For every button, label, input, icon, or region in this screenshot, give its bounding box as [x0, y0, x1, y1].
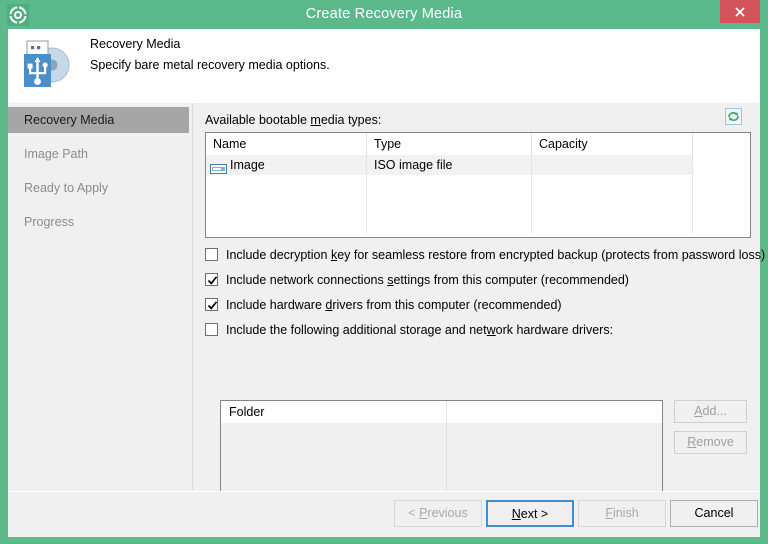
previous-button[interactable]: < Previous	[394, 500, 482, 527]
available-media-label-post: edia types:	[320, 113, 382, 127]
column-header-capacity[interactable]: Capacity	[532, 133, 693, 155]
previous-button-pre: <	[408, 506, 420, 520]
wizard-steps-sidebar: Recovery Media Image Path Ready to Apply…	[8, 103, 193, 491]
column-header-type[interactable]: Type	[367, 133, 532, 155]
column-header-folder-extra[interactable]	[447, 401, 662, 423]
usb-disc-icon	[14, 35, 76, 89]
label-pre: Include decryption	[226, 248, 331, 262]
next-button-label: ext >	[520, 507, 549, 521]
column-header-folder[interactable]: Folder	[221, 401, 447, 423]
sidebar-item-label: Image Path	[24, 147, 88, 161]
table-row[interactable]: Image ISO image file	[206, 155, 750, 175]
title-bar: Create Recovery Media	[0, 0, 768, 29]
remove-button-label: emove	[696, 435, 734, 449]
table-row[interactable]	[206, 195, 750, 215]
cell-type	[367, 175, 532, 195]
cell-extra	[693, 175, 750, 195]
label-pre: Include hardware	[226, 298, 326, 312]
refresh-icon[interactable]	[725, 108, 742, 125]
label-post: ey for seamless restore from encrypted b…	[337, 248, 766, 262]
sidebar-item-progress[interactable]: Progress	[8, 209, 189, 235]
window-title: Create Recovery Media	[305, 6, 463, 22]
cell-capacity	[532, 175, 693, 195]
label-post: rivers from this computer (recommended)	[332, 298, 562, 312]
dialog-header: Recovery Media Specify bare metal recove…	[8, 29, 760, 103]
header-subtitle: Specify bare metal recovery media option…	[90, 58, 330, 72]
folder-column-separator	[446, 423, 447, 499]
sidebar-item-label: Ready to Apply	[24, 181, 109, 195]
cell-capacity	[532, 215, 693, 235]
table-row[interactable]	[206, 175, 750, 195]
column-header-name[interactable]: Name	[206, 133, 367, 155]
include-hardware-drivers-label[interactable]: Include hardware drivers from this compu…	[226, 296, 562, 316]
label-post: ork hardware drivers:	[495, 323, 614, 337]
remove-button-accesskey: R	[687, 435, 697, 449]
folder-table-body	[221, 423, 662, 499]
remove-button[interactable]: Remove	[674, 431, 747, 454]
include-network-settings-label[interactable]: Include network connections settings fro…	[226, 271, 629, 291]
disc-media-icon	[210, 160, 227, 174]
cell-extra	[693, 155, 750, 175]
cell-extra	[693, 215, 750, 235]
cell-extra	[693, 195, 750, 215]
dialog-footer: < Previous Next > Finish Cancel	[8, 491, 760, 537]
available-media-label-accesskey: m	[310, 113, 321, 127]
cell-name: Image	[206, 155, 367, 175]
add-button-label: dd...	[702, 404, 727, 418]
sidebar-item-ready-to-apply[interactable]: Ready to Apply	[8, 175, 189, 201]
include-additional-drivers-label[interactable]: Include the following additional storage…	[226, 321, 613, 341]
cell-capacity	[532, 155, 693, 175]
options-panel: Available bootable media types: Name Typ…	[194, 103, 765, 500]
sidebar-item-image-path[interactable]: Image Path	[8, 141, 189, 167]
dialog-window: Create Recovery Media Recovery Media Spe…	[0, 0, 768, 544]
label-pre: Include the following additional storage…	[226, 323, 487, 337]
cell-name	[206, 215, 367, 235]
include-decryption-key-label[interactable]: Include decryption key for seamless rest…	[226, 246, 765, 266]
sidebar-item-recovery-media[interactable]: Recovery Media	[8, 107, 189, 133]
cancel-button[interactable]: Cancel	[670, 500, 758, 527]
available-media-label: Available bootable media types:	[205, 113, 381, 127]
cell-type: ISO image file	[367, 155, 532, 175]
include-additional-drivers-checkbox[interactable]	[205, 323, 218, 336]
sidebar-item-label: Recovery Media	[24, 113, 115, 127]
next-button[interactable]: Next >	[486, 500, 574, 527]
close-button[interactable]	[720, 0, 760, 23]
finish-button-label: inish	[612, 506, 639, 520]
cell-type	[367, 215, 532, 235]
cell-capacity	[532, 195, 693, 215]
bootable-media-table[interactable]: Name Type Capacity Image ISO image file	[205, 132, 751, 238]
finish-button-accesskey: F	[605, 506, 613, 520]
label-accesskey: w	[486, 323, 496, 337]
include-network-settings-checkbox[interactable]	[205, 273, 218, 286]
finish-button[interactable]: Finish	[578, 500, 666, 527]
cancel-button-label: Cancel	[694, 506, 734, 520]
table-body: Image ISO image file	[206, 155, 750, 237]
cell-name	[206, 175, 367, 195]
add-button-accesskey: A	[694, 404, 703, 418]
cell-type	[367, 195, 532, 215]
next-button-accesskey: N	[511, 507, 521, 521]
additional-drivers-folder-table[interactable]: Folder	[220, 400, 663, 500]
cell-name-text: Image	[230, 158, 265, 172]
label-post: ettings from this computer (recommended)	[393, 273, 629, 287]
label-pre: Include network connections	[226, 273, 388, 287]
include-decryption-key-checkbox[interactable]	[205, 248, 218, 261]
add-button[interactable]: Add...	[674, 400, 747, 423]
header-title: Recovery Media	[90, 37, 181, 51]
dialog-body: Recovery Media Image Path Ready to Apply…	[8, 103, 765, 500]
sidebar-item-label: Progress	[24, 215, 75, 229]
table-header-row: Name Type Capacity	[206, 133, 750, 156]
cell-name	[206, 195, 367, 215]
dialog-client-area: Recovery Media Specify bare metal recove…	[8, 29, 765, 537]
table-row[interactable]	[206, 215, 750, 235]
folder-table-header-row: Folder	[221, 401, 662, 424]
include-hardware-drivers-checkbox[interactable]	[205, 298, 218, 311]
previous-button-label: revious	[427, 506, 468, 520]
column-header-extra[interactable]	[693, 133, 750, 155]
available-media-label-pre: Available bootable	[205, 113, 311, 127]
